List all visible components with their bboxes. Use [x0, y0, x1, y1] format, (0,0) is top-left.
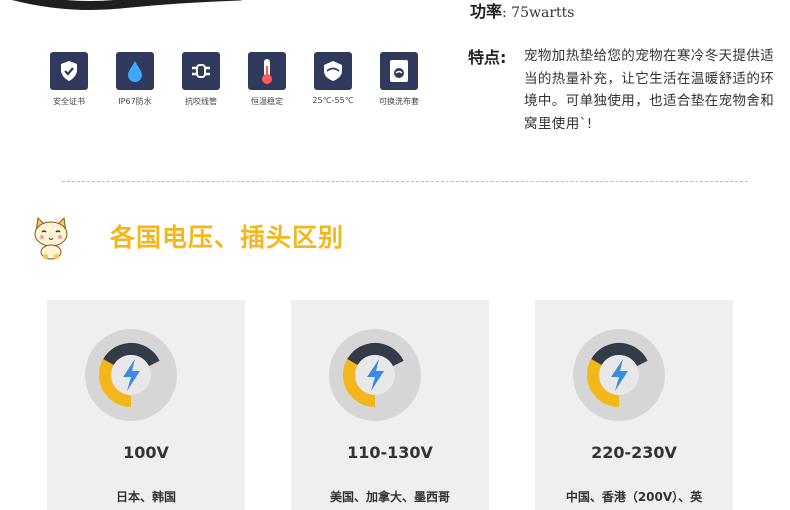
feature-icon-row: 安全证书 IP67防水 抗咬线管 恒温稳定 25℃-55℃ 可换洗布套 [36, 52, 426, 112]
cable-link-icon [182, 52, 220, 90]
voltage-region: 中国、香港（200V）、英 [565, 490, 703, 504]
traits-label: 特点: [468, 48, 507, 67]
voltage-value: 100V [123, 443, 169, 462]
power-spec: 功率: 75wartts [470, 0, 574, 22]
shield-check-icon [50, 52, 88, 90]
product-cable-image [12, 0, 243, 10]
traits-text: 宠物加热垫给您的宠物在寒冷冬天提供适当的热量补充，让它生活在温暖舒适的环境中。可… [524, 48, 775, 132]
feature-constant-temp: 恒温稳定 [234, 52, 300, 107]
feature-label: 抗咬线管 [185, 97, 217, 106]
feature-label: 安全证书 [53, 97, 85, 106]
feature-washable: 可换洗布套 [366, 52, 432, 107]
feature-waterproof: IP67防水 [102, 52, 168, 107]
section-divider [62, 181, 748, 182]
power-label: 功率 [470, 2, 503, 21]
voltage-card: 100V 日本、韩国 [47, 300, 245, 510]
cat-mascot-icon [34, 216, 68, 260]
feature-safety: 安全证书 [36, 52, 102, 107]
feature-bite-proof: 抗咬线管 [168, 52, 234, 107]
washable-cover-icon [380, 52, 418, 90]
feature-label: 25℃-55℃ [312, 96, 354, 105]
voltage-region: 美国、加拿大、墨西哥 [329, 490, 450, 504]
feature-label: IP67防水 [118, 97, 152, 106]
voltage-value: 220-230V [591, 443, 677, 462]
section-title: 各国电压、插头区别 [110, 223, 345, 252]
lightning-gauge-icon [573, 329, 665, 421]
lightning-gauge-icon [85, 329, 177, 421]
feature-label: 可换洗布套 [379, 97, 419, 106]
feature-temp-range: 25℃-55℃ [300, 52, 366, 105]
lightning-gauge-icon [329, 329, 421, 421]
voltage-card: 220-230V 中国、香港（200V）、英 [535, 300, 733, 510]
power-value: : 75wartts [502, 5, 575, 21]
thermometer-icon [248, 52, 286, 90]
voltage-value: 110-130V [347, 443, 433, 462]
feature-label: 恒温稳定 [251, 97, 283, 106]
water-drop-icon [116, 52, 154, 90]
temperature-range-icon [314, 52, 352, 90]
voltage-region: 日本、韩国 [115, 490, 176, 504]
voltage-card: 110-130V 美国、加拿大、墨西哥 [291, 300, 489, 510]
